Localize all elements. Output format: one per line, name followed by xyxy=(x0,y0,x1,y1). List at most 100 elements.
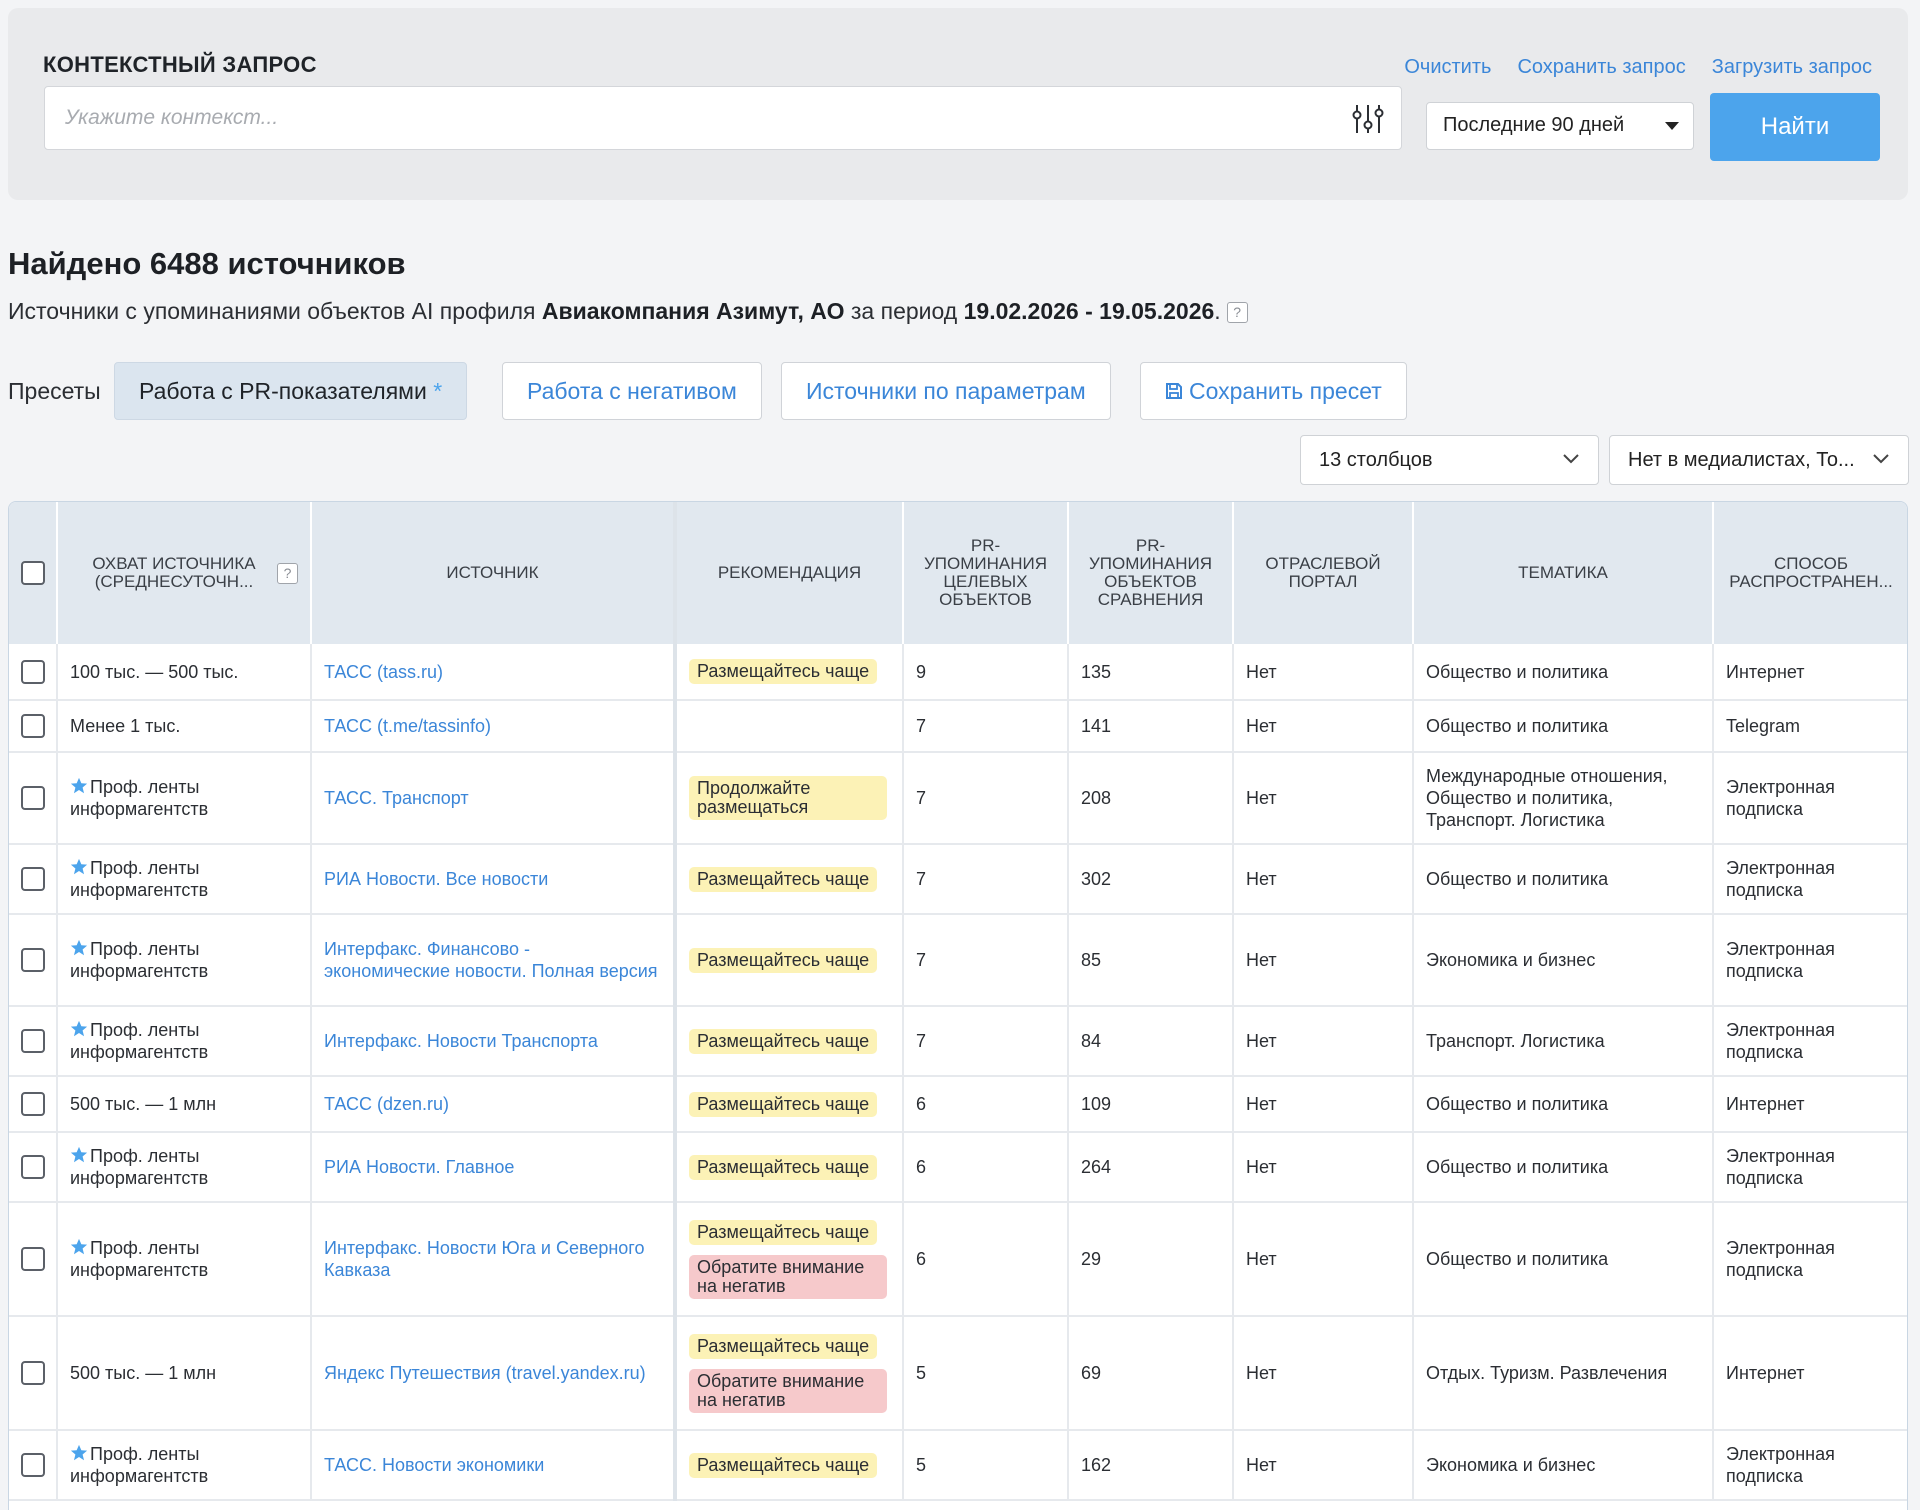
source-link[interactable]: Интерфакс. Новости Юга и Северного Кавка… xyxy=(324,1238,644,1280)
table-row[interactable]: Проф. ленты информагентств ТАСС. Транспор… xyxy=(9,752,1907,845)
industry-portal-cell: Нет xyxy=(1233,752,1414,845)
table-row[interactable]: Проф. ленты информагентств РИА Новости. В… xyxy=(9,844,1907,915)
filter-value: Нет в медиалистах, То... xyxy=(1628,449,1855,471)
topic-cell: Общество и политика xyxy=(1413,844,1714,915)
column-header-distribution[interactable]: Способ распространен... xyxy=(1713,502,1907,644)
help-icon[interactable]: ? xyxy=(1226,302,1248,324)
results-sub-prefix: Источники с упоминаниями объектов AI про… xyxy=(8,298,542,324)
source-link[interactable]: ТАСС (tass.ru) xyxy=(324,662,443,682)
table-row[interactable]: 500 тыс. — 1 млн Яндекс Путешествия (trav… xyxy=(9,1316,1907,1431)
row-select-cell xyxy=(9,752,58,845)
topic-cell: Общество и политика xyxy=(1413,1202,1714,1317)
column-header-industry-portal[interactable]: Отраслевой портал xyxy=(1233,502,1414,644)
pr-target-cell: 7 xyxy=(903,1006,1069,1077)
table-row[interactable]: 500 тыс. — 1 млн ТАСС (dzen.ru) Размещайте… xyxy=(9,1076,1907,1133)
industry-portal-cell: Нет xyxy=(1233,1202,1414,1317)
column-header-pr-compare[interactable]: PR-упоминания объектов сравнения xyxy=(1068,502,1234,644)
distribution-cell: Электронная подписка xyxy=(1713,1132,1907,1203)
results-title: Найдено 6488 источников xyxy=(8,246,406,281)
row-checkbox[interactable] xyxy=(20,786,45,811)
source-link[interactable]: Интерфакс. Новости Транспорта xyxy=(324,1031,598,1051)
row-checkbox[interactable] xyxy=(20,1247,45,1272)
source-link[interactable]: ТАСС. Новости экономики xyxy=(324,1455,544,1475)
reach-cell: Проф. ленты информагентств xyxy=(57,1006,312,1077)
pr-target-cell: 6 xyxy=(903,1132,1069,1203)
source-link[interactable]: Интерфакс. Финансово - экономические нов… xyxy=(324,939,658,981)
row-checkbox[interactable] xyxy=(20,1361,45,1386)
period-select[interactable]: Последние 90 дней xyxy=(1426,102,1694,150)
reach-value: 100 тыс. — 500 тыс. xyxy=(70,661,239,682)
topic-cell: Транспорт. Логистика xyxy=(1413,1006,1714,1077)
column-header-pr-target[interactable]: PR-упоминания целевых объектов xyxy=(903,502,1069,644)
reach-value: Проф. ленты информагентств xyxy=(70,858,209,900)
column-header-topic[interactable]: Тематика xyxy=(1413,502,1714,644)
row-checkbox[interactable] xyxy=(20,948,45,973)
preset-pr-metrics-label: Работа с PR-показателями xyxy=(139,378,427,404)
star-icon xyxy=(70,1146,88,1163)
row-select-cell xyxy=(9,1006,58,1077)
clear-link[interactable]: Очистить xyxy=(1404,56,1491,79)
row-checkbox[interactable] xyxy=(20,1029,45,1054)
table-row[interactable]: Проф. ленты информагентств РИА Новости. Г… xyxy=(9,1132,1907,1203)
columns-select[interactable]: 13 столбцов xyxy=(1300,435,1599,485)
source-cell: ТАСС. Новости экономики xyxy=(311,1430,677,1501)
table-row[interactable]: Проф. ленты информагентств Интерфакс. Фин… xyxy=(9,914,1907,1007)
column-header-reach[interactable]: Охват источника (среднесуточн...? xyxy=(57,502,312,644)
reach-cell: Проф. ленты информагентств xyxy=(57,844,312,915)
context-search-input[interactable] xyxy=(65,87,1325,149)
sliders-icon[interactable] xyxy=(1351,103,1385,135)
row-checkbox[interactable] xyxy=(20,1155,45,1180)
recommendation-badge: Размещайтесь чаще xyxy=(689,947,878,973)
help-icon[interactable]: ? xyxy=(277,563,298,584)
distribution-cell: Электронная подписка xyxy=(1713,914,1907,1007)
recommendation-cell: Размещайтесь чаще xyxy=(675,1006,904,1077)
results-sub-suffix: . xyxy=(1214,298,1221,324)
table-row[interactable]: Менее 1 тыс. ТАСС (t.me/tassinfo) 7 141 Нет О… xyxy=(9,700,1907,753)
source-cell: Яндекс Путешествия (travel.yandex.ru) xyxy=(311,1316,677,1431)
table-row[interactable]: Проф. ленты информагентств Интерфакс. Нов… xyxy=(9,1006,1907,1077)
row-checkbox[interactable] xyxy=(20,1453,45,1478)
source-link[interactable]: РИА Новости. Все новости xyxy=(324,869,548,889)
source-link[interactable]: Яндекс Путешествия (travel.yandex.ru) xyxy=(324,1363,646,1383)
chevron-down-icon xyxy=(1563,454,1579,464)
column-header-recommendation[interactable]: Рекомендация xyxy=(675,502,904,644)
source-link[interactable]: ТАСС. Транспорт xyxy=(324,788,469,808)
pr-target-cell: 7 xyxy=(903,844,1069,915)
distribution-cell: Электронная подписка xyxy=(1713,1430,1907,1501)
select-all-checkbox[interactable] xyxy=(20,561,45,585)
load-query-link[interactable]: Загрузить запрос xyxy=(1712,56,1872,79)
reach-value: Менее 1 тыс. xyxy=(70,716,181,736)
table-row[interactable]: Проф. ленты информагентств Интерфакс. Нов… xyxy=(9,1202,1907,1317)
source-link[interactable]: РИА Новости. Главное xyxy=(324,1157,514,1177)
reach-cell: Менее 1 тыс. xyxy=(57,700,312,753)
row-select-cell xyxy=(9,1430,58,1501)
source-link[interactable]: ТАСС (dzen.ru) xyxy=(324,1094,449,1114)
column-header-source[interactable]: Источник xyxy=(311,502,677,644)
table-row[interactable]: Проф. ленты информагентств ТАСС. Новости … xyxy=(9,1430,1907,1501)
source-link[interactable]: ТАСС (t.me/tassinfo) xyxy=(324,716,491,736)
row-select-cell xyxy=(9,914,58,1007)
save-preset-button[interactable]: Сохранить пресет xyxy=(1140,362,1407,420)
preset-negative[interactable]: Работа с негативом xyxy=(502,362,762,420)
medialist-filter-select[interactable]: Нет в медиалистах, То... xyxy=(1609,435,1909,485)
row-checkbox[interactable] xyxy=(20,1092,45,1117)
topic-cell: Отдых. Туризм. Развлечения xyxy=(1413,1316,1714,1431)
topic-cell: Общество и политика xyxy=(1413,700,1714,753)
topic-cell: Международные отношения, Общество и поли… xyxy=(1413,752,1714,845)
industry-portal-cell: Нет xyxy=(1233,1076,1414,1133)
recommendation-cell: Размещайтесь чаще Обратите внимание на не… xyxy=(675,1316,904,1431)
pr-target-cell: 5 xyxy=(903,1316,1069,1431)
preset-source-params[interactable]: Источники по параметрам xyxy=(781,362,1111,420)
row-checkbox[interactable] xyxy=(20,867,45,892)
industry-portal-cell: Нет xyxy=(1233,844,1414,915)
row-checkbox[interactable] xyxy=(20,659,45,684)
table-row[interactable]: 100 тыс. — 500 тыс. ТАСС (tass.ru) Размеща… xyxy=(9,644,1907,701)
distribution-cell: Электронная подписка xyxy=(1713,1006,1907,1077)
find-button[interactable]: Найти xyxy=(1710,93,1880,161)
query-actions: Очистить Сохранить запрос Загрузить запр… xyxy=(1404,56,1872,79)
preset-pr-metrics[interactable]: Работа с PR-показателями * xyxy=(114,362,468,420)
row-checkbox[interactable] xyxy=(20,714,45,739)
reach-value: 500 тыс. — 1 млн xyxy=(70,1363,217,1383)
save-query-link[interactable]: Сохранить запрос xyxy=(1517,56,1685,79)
pr-target-cell: 7 xyxy=(903,700,1069,753)
